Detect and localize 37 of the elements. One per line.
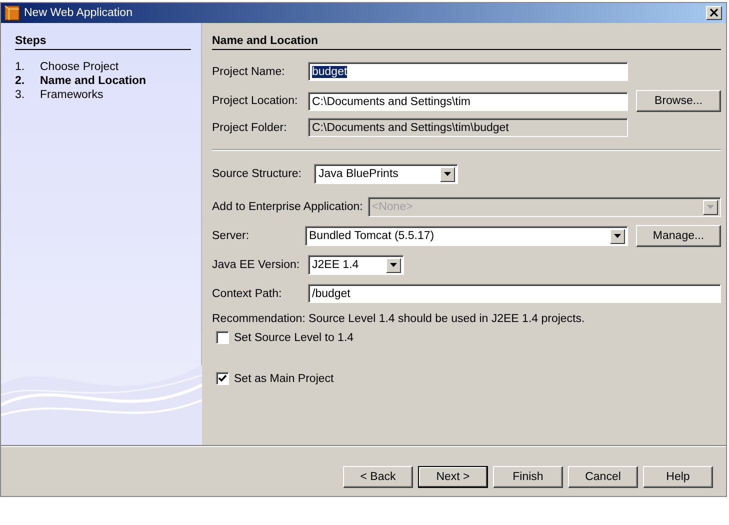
- manage-button[interactable]: Manage...: [636, 225, 721, 247]
- field-label: Add to Enterprise Application:: [212, 201, 363, 213]
- recommendation-text: Recommendation: Source Level 1.4 should be used in J2EE 1.4 projects.: [212, 313, 586, 325]
- text-field[interactable]: /budget: [308, 284, 721, 303]
- section-title: Name and Location: [212, 35, 721, 50]
- browse-button[interactable]: Browse...: [636, 90, 721, 112]
- wizard-button[interactable]: < Back: [343, 466, 413, 488]
- text-field[interactable]: budget: [308, 62, 628, 81]
- field-label: Context Path:: [212, 288, 283, 300]
- field-label: Server:: [212, 230, 250, 242]
- step-number: 1.: [15, 60, 26, 74]
- checkbox[interactable]: [216, 372, 229, 385]
- checkbox-label: Set as Main Project: [234, 372, 334, 384]
- cube-icon: [4, 5, 20, 21]
- step-label: Frameworks: [40, 88, 104, 102]
- step-label: Name and Location: [40, 74, 146, 88]
- step-label: Choose Project: [40, 60, 119, 74]
- text-field[interactable]: C:\Documents and Settings\tim: [308, 92, 628, 110]
- wizard-button[interactable]: Next >: [418, 466, 488, 488]
- wizard-button[interactable]: Cancel: [568, 466, 638, 488]
- field-label: Project Folder:: [212, 122, 288, 134]
- dropdown[interactable]: Java BluePrints: [314, 164, 458, 184]
- checkbox-label: Set Source Level to 1.4: [234, 332, 354, 344]
- steps-title: Steps: [15, 35, 191, 50]
- checkbox[interactable]: [216, 331, 229, 344]
- dropdown[interactable]: Bundled Tomcat (5.5.17): [305, 226, 628, 246]
- step-number: 3.: [15, 88, 26, 102]
- step-number: 2.: [15, 74, 26, 88]
- window-title: New Web Application: [24, 7, 134, 19]
- field-label: Project Location:: [212, 95, 299, 107]
- field-label: Project Name:: [212, 66, 286, 78]
- dropdown[interactable]: J2EE 1.4: [308, 255, 404, 275]
- field-label: Java EE Version:: [212, 259, 300, 271]
- wizard-button[interactable]: Finish: [493, 466, 563, 488]
- wizard-button[interactable]: Help: [643, 466, 713, 488]
- field-label: Source Structure:: [212, 168, 302, 180]
- close-button[interactable]: ×: [706, 6, 722, 20]
